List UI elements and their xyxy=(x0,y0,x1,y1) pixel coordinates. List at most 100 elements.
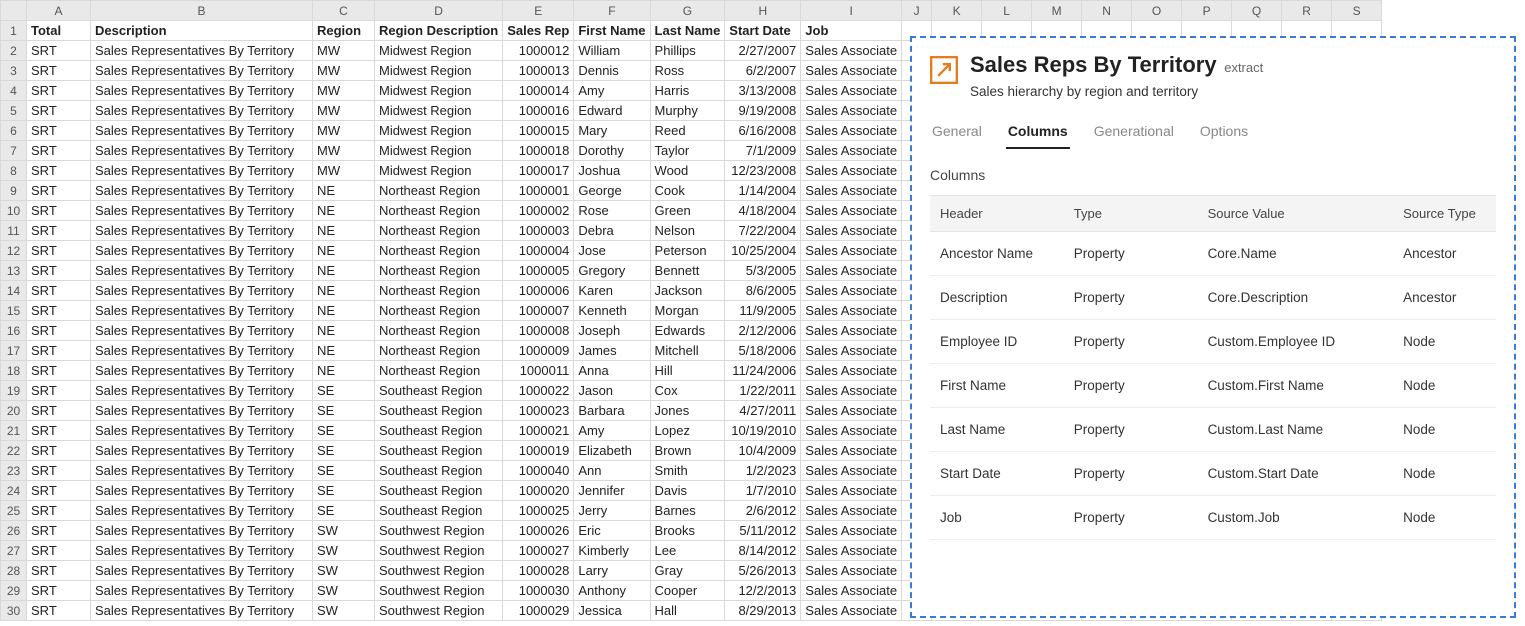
cell[interactable]: Cox xyxy=(650,381,725,401)
cell[interactable]: Sales Associate xyxy=(801,321,902,341)
cell[interactable]: SW xyxy=(313,541,375,561)
cell[interactable]: Sales Associate xyxy=(801,181,902,201)
column-header-E[interactable]: E xyxy=(503,1,574,21)
cell[interactable]: 1000016 xyxy=(503,101,574,121)
columns-table-row[interactable]: Last NamePropertyCustom.Last NameNode xyxy=(930,408,1496,452)
cell[interactable]: Sales Associate xyxy=(801,341,902,361)
cell[interactable]: 1000001 xyxy=(503,181,574,201)
cell[interactable]: First Name xyxy=(574,21,650,41)
cell[interactable]: SRT xyxy=(27,401,91,421)
cell[interactable]: Debra xyxy=(574,221,650,241)
cell[interactable]: Mitchell xyxy=(650,341,725,361)
column-header-G[interactable]: G xyxy=(650,1,725,21)
cell[interactable]: Sales Associate xyxy=(801,501,902,521)
cell[interactable]: 5/18/2006 xyxy=(725,341,801,361)
row-header[interactable]: 3 xyxy=(1,61,27,81)
tab-generational[interactable]: Generational xyxy=(1092,119,1176,149)
row-header[interactable]: 8 xyxy=(1,161,27,181)
row-header[interactable]: 15 xyxy=(1,301,27,321)
cell[interactable]: Sales Representatives By Territory xyxy=(91,441,313,461)
cell[interactable]: Kenneth xyxy=(574,301,650,321)
cell[interactable]: Southeast Region xyxy=(375,461,503,481)
row-header[interactable]: 13 xyxy=(1,261,27,281)
column-header-C[interactable]: C xyxy=(313,1,375,21)
cell[interactable]: Jose xyxy=(574,241,650,261)
cell[interactable]: SRT xyxy=(27,461,91,481)
cell[interactable]: Dennis xyxy=(574,61,650,81)
row-header[interactable]: 24 xyxy=(1,481,27,501)
cell[interactable]: Morgan xyxy=(650,301,725,321)
cell[interactable]: Barbara xyxy=(574,401,650,421)
cell[interactable]: Sales Representatives By Territory xyxy=(91,61,313,81)
cell[interactable]: SW xyxy=(313,581,375,601)
cell[interactable]: Hall xyxy=(650,601,725,621)
cell[interactable]: 3/13/2008 xyxy=(725,81,801,101)
cell[interactable]: Sales Associate xyxy=(801,481,902,501)
columns-table-row[interactable]: Start DatePropertyCustom.Start DateNode xyxy=(930,452,1496,496)
cell[interactable]: SRT xyxy=(27,581,91,601)
cell[interactable]: Harris xyxy=(650,81,725,101)
cell[interactable]: NE xyxy=(313,281,375,301)
cell[interactable]: Amy xyxy=(574,81,650,101)
cell[interactable]: Northeast Region xyxy=(375,181,503,201)
cell[interactable]: 8/6/2005 xyxy=(725,281,801,301)
cell[interactable]: Brown xyxy=(650,441,725,461)
cell[interactable]: Sales Representatives By Territory xyxy=(91,581,313,601)
cell[interactable]: 1000003 xyxy=(503,221,574,241)
cell[interactable]: Sales Associate xyxy=(801,241,902,261)
cell[interactable]: Peterson xyxy=(650,241,725,261)
cell[interactable]: SRT xyxy=(27,521,91,541)
cell[interactable]: Total xyxy=(27,21,91,41)
row-header[interactable]: 17 xyxy=(1,341,27,361)
cell[interactable]: Southwest Region xyxy=(375,601,503,621)
cell[interactable]: Dorothy xyxy=(574,141,650,161)
cell[interactable]: Brooks xyxy=(650,521,725,541)
cell[interactable]: William xyxy=(574,41,650,61)
cell[interactable]: MW xyxy=(313,141,375,161)
cell[interactable]: Gregory xyxy=(574,261,650,281)
cell[interactable]: NE xyxy=(313,201,375,221)
cell[interactable]: SE xyxy=(313,481,375,501)
cell[interactable]: SRT xyxy=(27,181,91,201)
cell[interactable]: 1/14/2004 xyxy=(725,181,801,201)
cell[interactable]: Amy xyxy=(574,421,650,441)
cell[interactable]: Midwest Region xyxy=(375,141,503,161)
cell[interactable]: Jones xyxy=(650,401,725,421)
cell[interactable]: 12/2/2013 xyxy=(725,581,801,601)
cell[interactable]: Sales Associate xyxy=(801,61,902,81)
cell[interactable]: Sales Associate xyxy=(801,201,902,221)
cell[interactable]: Last Name xyxy=(650,21,725,41)
row-header[interactable]: 1 xyxy=(1,21,27,41)
cell[interactable]: Southeast Region xyxy=(375,421,503,441)
cell[interactable]: SRT xyxy=(27,381,91,401)
cell[interactable]: Nelson xyxy=(650,221,725,241)
cell[interactable]: MW xyxy=(313,121,375,141)
cell[interactable]: Sales Associate xyxy=(801,401,902,421)
cell[interactable]: Phillips xyxy=(650,41,725,61)
row-header[interactable]: 21 xyxy=(1,421,27,441)
cell[interactable]: Sales Rep xyxy=(503,21,574,41)
cell[interactable]: 1/7/2010 xyxy=(725,481,801,501)
cell[interactable]: Sales Associate xyxy=(801,521,902,541)
cell[interactable]: Northeast Region xyxy=(375,321,503,341)
cell[interactable]: Sales Associate xyxy=(801,281,902,301)
cell[interactable]: Wood xyxy=(650,161,725,181)
row-header[interactable]: 19 xyxy=(1,381,27,401)
row-header[interactable]: 27 xyxy=(1,541,27,561)
cell[interactable]: Sales Associate xyxy=(801,441,902,461)
cell[interactable]: SE xyxy=(313,401,375,421)
row-header[interactable]: 30 xyxy=(1,601,27,621)
cell[interactable]: SW xyxy=(313,561,375,581)
cell[interactable]: SE xyxy=(313,381,375,401)
cell[interactable]: Sales Associate xyxy=(801,161,902,181)
cell[interactable]: Southeast Region xyxy=(375,441,503,461)
cell[interactable]: 1000022 xyxy=(503,381,574,401)
cell[interactable]: NE xyxy=(313,321,375,341)
cell[interactable]: SRT xyxy=(27,161,91,181)
cell[interactable]: Elizabeth xyxy=(574,441,650,461)
columns-table-row[interactable]: Ancestor NamePropertyCore.NameAncestor xyxy=(930,232,1496,276)
cell[interactable]: Northeast Region xyxy=(375,361,503,381)
column-header-M[interactable]: M xyxy=(1032,1,1082,21)
cell[interactable]: Southeast Region xyxy=(375,501,503,521)
cell[interactable]: 2/27/2007 xyxy=(725,41,801,61)
